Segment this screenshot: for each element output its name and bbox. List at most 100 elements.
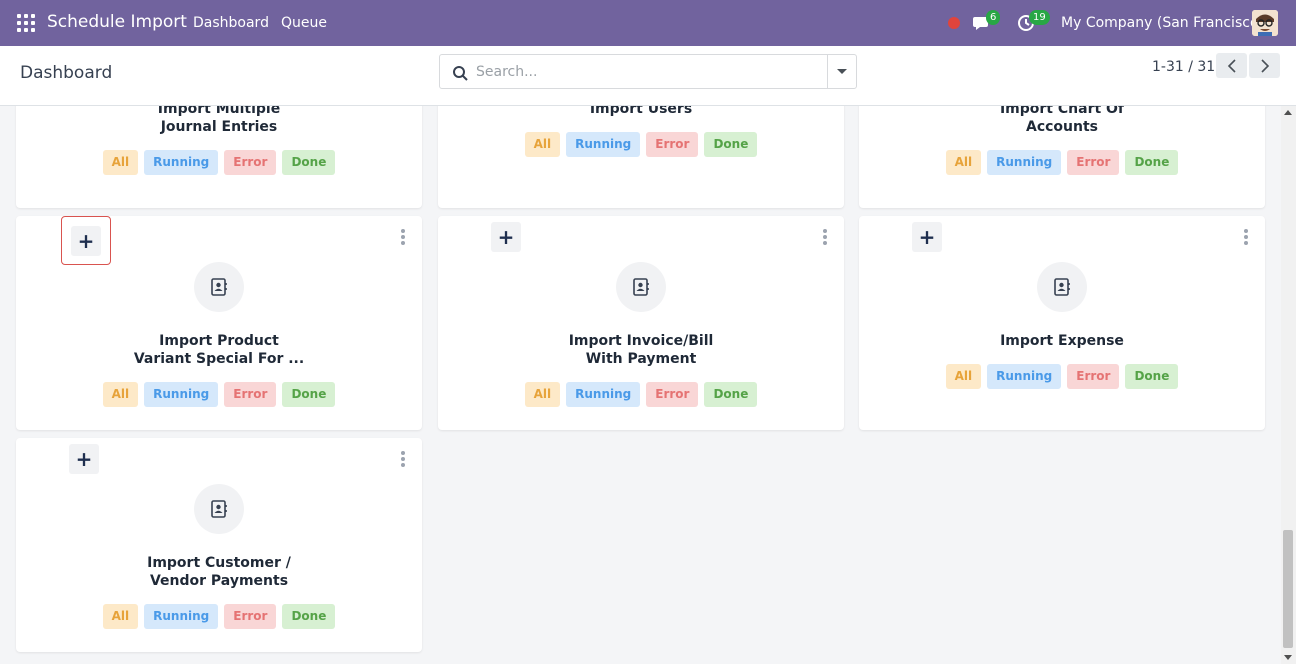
kanban-card[interactable]: + Import Product Variant Special For ...… [16,216,422,430]
filter-running-button[interactable]: Running [144,150,219,175]
card-title-line: With Payment [585,351,697,367]
chevron-right-icon [1260,58,1269,73]
card-menu-icon[interactable] [401,451,405,467]
control-panel: Dashboard 1-31 / 31 [0,46,1296,106]
card-title: Import Multiple Journal Entries [16,106,422,136]
search-box[interactable] [439,54,857,89]
card-title-line: Import Chart Of [999,106,1125,117]
search-input[interactable] [476,55,826,88]
filter-running-button[interactable]: Running [144,382,219,407]
caret-down-icon [837,69,847,74]
menu-queue[interactable]: Queue [281,15,327,31]
search-options-toggle[interactable] [827,55,856,88]
kanban-card[interactable]: + Import Customer / Vendor Payments All … [16,438,422,652]
add-import-button[interactable]: + [61,216,111,265]
filter-done-button[interactable]: Done [282,382,336,407]
filter-all-button[interactable]: All [102,382,139,407]
card-title-line: Vendor Payments [149,573,289,589]
filter-error-button[interactable]: Error [224,150,277,175]
top-navbar: Schedule Import Dashboard Queue 6 19 My … [0,0,1296,46]
status-filters: All Running Error Done [859,364,1265,389]
scroll-up-arrow-icon[interactable] [1284,110,1292,115]
kanban-card[interactable]: Import Users All Running Error Done [438,106,844,208]
filter-done-button[interactable]: Done [1125,364,1179,389]
card-title-line: Accounts [1025,119,1098,135]
card-title-line: Import Expense [1000,333,1124,349]
status-filters: All Running Error Done [438,382,844,407]
filter-running-button[interactable]: Running [144,604,219,629]
status-filters: All Running Error Done [16,604,422,629]
app-title[interactable]: Schedule Import [47,12,187,32]
card-title-line: Journal Entries [160,119,278,135]
card-menu-icon[interactable] [1244,229,1248,245]
filter-done-button[interactable]: Done [704,382,758,407]
filter-all-button[interactable]: All [524,382,561,407]
plus-icon: + [497,225,515,249]
breadcrumb: Dashboard [20,63,113,83]
filter-error-button[interactable]: Error [224,382,277,407]
kanban-view: Import Multiple Journal Entries All Runn… [0,106,1281,664]
filter-error-button[interactable]: Error [646,132,699,157]
status-filters: All Running Error Done [438,132,844,157]
status-filters: All Running Error Done [16,382,422,407]
status-filters: All Running Error Done [859,150,1265,175]
filter-all-button[interactable]: All [945,150,982,175]
scrollbar-thumb[interactable] [1283,530,1293,648]
user-avatar[interactable] [1252,10,1278,36]
filter-error-button[interactable]: Error [646,382,699,407]
filter-done-button[interactable]: Done [282,604,336,629]
add-import-button[interactable]: + [912,222,942,252]
chat-count-badge: 6 [986,10,1001,25]
filter-error-button[interactable]: Error [1067,150,1120,175]
add-import-button[interactable]: + [69,444,99,474]
pager-value[interactable]: 1-31 / 31 [1152,59,1215,75]
card-title: Import Expense [859,332,1265,350]
filter-running-button[interactable]: Running [987,364,1062,389]
filter-all-button[interactable]: All [524,132,561,157]
contact-book-icon [1037,262,1087,312]
apps-grid-icon[interactable] [17,14,35,32]
filter-done-button[interactable]: Done [704,132,758,157]
search-icon [453,66,468,81]
card-title-line: Import Invoice/Bill [568,333,714,349]
card-title-line: Import Product [159,333,279,349]
card-menu-icon[interactable] [401,229,405,245]
filter-running-button[interactable]: Running [987,150,1062,175]
plus-icon: + [918,225,936,249]
filter-done-button[interactable]: Done [1125,150,1179,175]
scroll-down-arrow-icon[interactable] [1284,655,1292,660]
card-menu-icon[interactable] [823,229,827,245]
record-status-icon[interactable] [948,17,960,29]
kanban-card[interactable]: Import Multiple Journal Entries All Runn… [16,106,422,208]
pager-previous-button[interactable] [1216,53,1247,78]
plus-icon: + [75,447,93,471]
filter-running-button[interactable]: Running [566,132,641,157]
card-title-line: Import Customer / [147,555,291,571]
card-title-line: Import Users [589,106,693,117]
card-title: Import Invoice/Bill With Payment [438,332,844,368]
card-title: Import Product Variant Special For ... [16,332,422,368]
contact-book-icon [194,262,244,312]
plus-icon: + [71,225,101,256]
filter-all-button[interactable]: All [102,604,139,629]
filter-error-button[interactable]: Error [224,604,277,629]
filter-all-button[interactable]: All [945,364,982,389]
filter-running-button[interactable]: Running [566,382,641,407]
add-import-button[interactable]: + [491,222,521,252]
company-switcher[interactable]: My Company (San Francisco) [1061,15,1264,31]
kanban-card[interactable]: + Import Invoice/Bill With Payment All R… [438,216,844,430]
card-title: Import Customer / Vendor Payments [16,554,422,590]
menu-dashboard[interactable]: Dashboard [193,15,269,31]
filter-done-button[interactable]: Done [282,150,336,175]
filter-error-button[interactable]: Error [1067,364,1120,389]
vertical-scrollbar[interactable] [1281,106,1296,664]
pager-next-button[interactable] [1249,53,1280,78]
card-title: Import Chart Of Accounts [859,106,1265,136]
chevron-left-icon [1227,58,1236,73]
card-title: Import Users [438,106,844,118]
contact-book-icon [194,484,244,534]
kanban-card[interactable]: Import Chart Of Accounts All Running Err… [859,106,1265,208]
kanban-card[interactable]: + Import Expense All Running Error Done [859,216,1265,430]
filter-all-button[interactable]: All [102,150,139,175]
card-title-line: Import Multiple [157,106,281,117]
